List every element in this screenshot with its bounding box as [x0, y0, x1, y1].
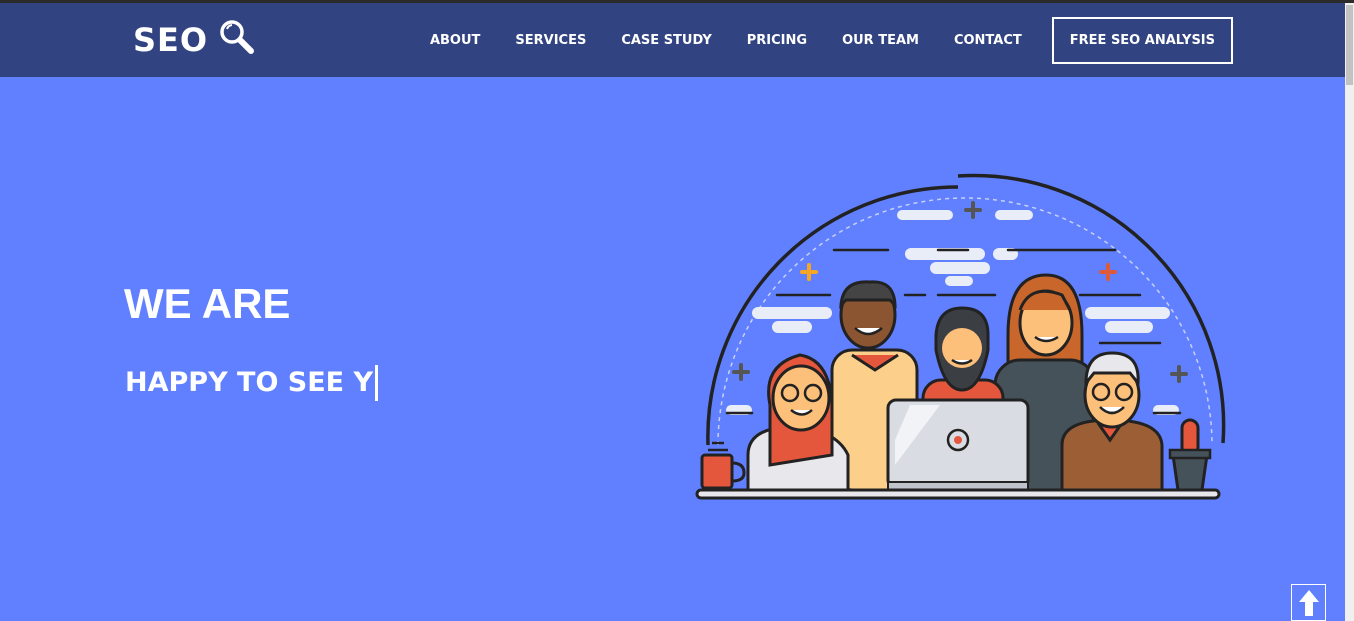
scrollbar-thumb[interactable] [1346, 5, 1353, 85]
arrow-up-icon [1298, 590, 1319, 616]
page-scrollbar[interactable] [1345, 3, 1354, 621]
free-seo-analysis-button[interactable]: FREE SEO ANALYSIS [1051, 16, 1233, 64]
logo-text: SEO [133, 21, 209, 59]
nav-services[interactable]: SERVICES [515, 33, 586, 48]
magnifier-icon [220, 20, 255, 54]
back-to-top-button[interactable] [1291, 584, 1326, 621]
nav-about[interactable]: ABOUT [430, 33, 480, 48]
nav-case-study[interactable]: CASE STUDY [621, 33, 711, 48]
typing-caret [375, 365, 379, 401]
team-illustration [695, 173, 1226, 500]
hero-typed-text: HAPPY TO SEE Y [125, 367, 374, 398]
nav-our-team[interactable]: OUR TEAM [842, 33, 919, 48]
logo-link[interactable]: SEO [133, 20, 256, 60]
nav-pricing[interactable]: PRICING [747, 33, 807, 48]
nav-contact[interactable]: CONTACT [954, 33, 1022, 48]
main-nav: ABOUT SERVICES CASE STUDY PRICING OUR TE… [430, 3, 1233, 77]
hero-typed-line: HAPPY TO SEE Y [125, 365, 379, 401]
hero-title: WE ARE [124, 280, 291, 327]
